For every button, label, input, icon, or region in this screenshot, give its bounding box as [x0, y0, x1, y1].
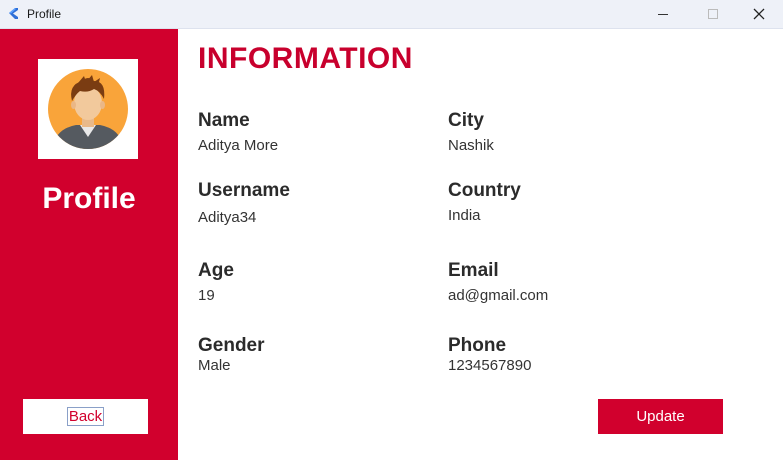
close-icon[interactable] [736, 0, 782, 28]
sidebar-title: Profile [42, 182, 136, 215]
email-label: Email [448, 260, 499, 281]
username-label: Username [198, 180, 290, 201]
city-label: City [448, 110, 484, 131]
country-label: Country [448, 180, 521, 201]
back-button-label: Back [66, 407, 105, 426]
avatar [38, 59, 138, 159]
update-button[interactable]: Update [598, 399, 723, 434]
app-icon [9, 8, 18, 19]
gender-value: Male [198, 357, 231, 374]
city-value: Nashik [448, 137, 494, 154]
country-value: India [448, 207, 481, 224]
title-bar: Profile [0, 0, 783, 29]
gender-label: Gender [198, 335, 265, 356]
age-label: Age [198, 260, 234, 281]
age-value: 19 [198, 287, 215, 304]
username-value: Aditya34 [198, 209, 257, 226]
back-button[interactable]: Back [23, 399, 148, 434]
page-title: INFORMATION [198, 42, 413, 75]
name-label: Name [198, 110, 250, 131]
user-avatar-icon [48, 69, 128, 149]
window-title: Profile [27, 7, 62, 21]
sidebar: Profile Back [0, 29, 178, 460]
name-value: Aditya More [198, 137, 279, 154]
minimize-icon[interactable] [640, 0, 686, 28]
phone-label: Phone [448, 335, 507, 356]
maximize-icon[interactable] [690, 0, 736, 28]
email-value: ad@gmail.com [448, 287, 549, 304]
phone-value: 1234567890 [448, 357, 532, 374]
